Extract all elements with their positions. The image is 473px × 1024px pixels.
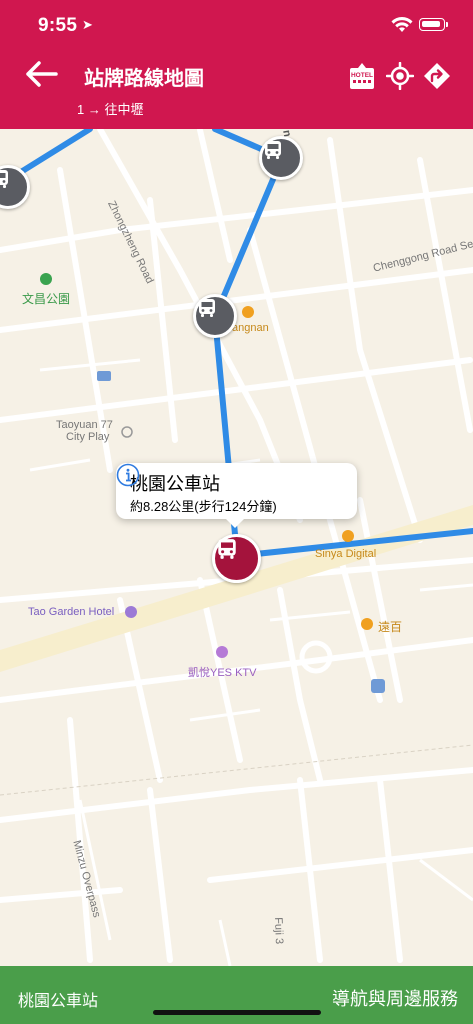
route-map[interactable]: Zhongzheng Road n Road Chenggong Road Se…	[0, 129, 473, 966]
app-header: 9:55 ➤ 站牌路線地圖 1 → 往中壢 HOTEL	[0, 0, 473, 129]
hotel-icon-text: HOTEL	[351, 72, 373, 79]
status-bar: 9:55 ➤	[0, 0, 473, 52]
location-arrow-icon: ➤	[82, 17, 93, 32]
bus-stop-marker[interactable]	[193, 294, 237, 338]
home-indicator[interactable]	[153, 1010, 321, 1015]
map-label-tao-garden: Tao Garden Hotel	[28, 606, 115, 618]
bottom-bar: 桃園公車站 導航與周邊服務	[0, 966, 473, 1024]
bus-icon	[265, 141, 281, 159]
my-location-icon[interactable]	[386, 62, 414, 90]
wifi-icon	[391, 17, 413, 32]
battery-icon	[419, 18, 445, 31]
route-direction: 1 → 往中壢	[77, 102, 144, 117]
status-time: 9:55	[38, 15, 78, 36]
map-label-ktv: 凱悅YES KTV	[188, 667, 257, 679]
map-label-yuanbai: 遠百	[378, 620, 403, 634]
page-title: 站牌路線地圖	[84, 68, 204, 90]
map-label-sinya: Sinya Digital	[315, 548, 377, 560]
directions-icon[interactable]	[423, 62, 451, 90]
bus-icon	[218, 539, 236, 559]
hotel-icon[interactable]: HOTEL	[347, 61, 377, 91]
bus-icon	[0, 170, 8, 188]
bus-stop-marker[interactable]	[259, 136, 303, 180]
map-label-taoyuan77: Taoyuan 77	[56, 419, 113, 431]
map-label-gangnan: angnan	[232, 322, 269, 334]
stop-callout[interactable]: 桃園公車站 約8.28公里(步行124分鐘)	[116, 463, 357, 528]
selected-bus-stop-marker[interactable]	[212, 534, 261, 583]
map-label-wenchang-park: 文昌公園	[22, 292, 71, 306]
footer-stop-name: 桃園公車站	[18, 993, 99, 1010]
battery-tip	[446, 22, 448, 27]
navigation-services-button[interactable]: 導航與周邊服務	[332, 985, 458, 1011]
callout-distance: 約8.28公里(步行124分鐘)	[130, 499, 277, 514]
callout-stop-name: 桃園公車站	[130, 474, 220, 494]
back-arrow-icon[interactable]	[24, 58, 60, 90]
bus-icon	[199, 299, 215, 317]
map-label-fuji: Fuji 3	[272, 917, 285, 945]
info-icon[interactable]	[116, 463, 140, 487]
map-label-city-play: City Play	[66, 431, 110, 443]
